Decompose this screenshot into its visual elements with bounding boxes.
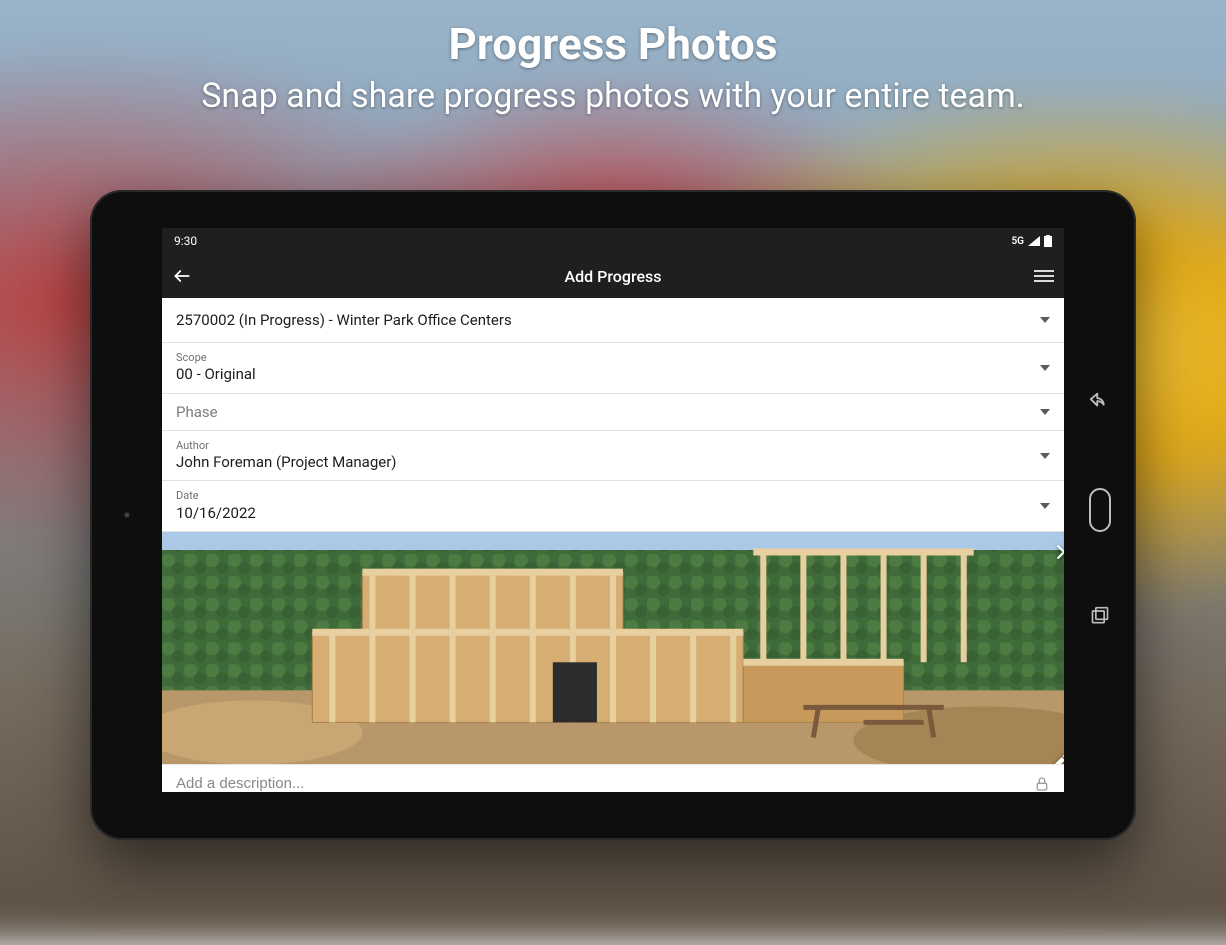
project-value: 2570002 (In Progress) - Winter Park Offi… [176,310,1050,330]
phase-select[interactable]: Phase [162,394,1064,431]
lock-icon [1034,775,1050,792]
construction-photo-illustration [162,532,1064,764]
back-button[interactable] [162,266,202,286]
system-recents-button[interactable] [1090,606,1110,626]
tablet-bezel-left [90,190,162,840]
tablet-bezel-right [1064,190,1136,840]
caret-down-icon [1040,365,1050,371]
date-label: Date [176,489,1050,502]
scope-select[interactable]: Scope 00 - Original [162,343,1064,393]
system-home-button[interactable] [1089,488,1111,532]
hamburger-menu-icon [1034,266,1054,286]
signal-icon [1028,236,1040,246]
form: 2570002 (In Progress) - Winter Park Offi… [162,298,1064,792]
app-bar-title: Add Progress [565,267,662,286]
caret-down-icon [1040,503,1050,509]
tablet-device-frame: 9:30 5G Add Progres [90,190,1136,840]
description-input[interactable] [176,775,1024,792]
date-value: 10/16/2022 [176,503,1050,523]
menu-button[interactable] [1024,266,1064,286]
project-select[interactable]: 2570002 (In Progress) - Winter Park Offi… [162,298,1064,343]
progress-photo[interactable] [162,532,1064,764]
caret-down-icon [1040,317,1050,323]
caret-down-icon [1040,453,1050,459]
tablet-camera [124,512,130,518]
caret-down-icon [1040,409,1050,415]
date-select[interactable]: Date 10/16/2022 [162,481,1064,531]
marketing-headline: Progress Photos [449,18,778,70]
system-back-button[interactable] [1089,390,1111,412]
battery-icon [1044,235,1052,247]
phase-placeholder: Phase [176,402,1050,422]
status-time: 9:30 [174,234,197,248]
status-bar: 9:30 5G [162,228,1064,254]
scope-label: Scope [176,351,1050,364]
app-bar: Add Progress [162,254,1064,298]
scope-value: 00 - Original [176,364,1050,384]
marketing-subheadline: Snap and share progress photos with your… [201,76,1025,116]
author-label: Author [176,439,1050,452]
author-value: John Foreman (Project Manager) [176,452,1050,472]
tablet-screen: 9:30 5G Add Progres [162,228,1064,792]
description-row [162,764,1064,792]
status-network: 5G [1011,236,1024,247]
author-select[interactable]: Author John Foreman (Project Manager) [162,431,1064,481]
back-arrow-icon [172,266,192,286]
